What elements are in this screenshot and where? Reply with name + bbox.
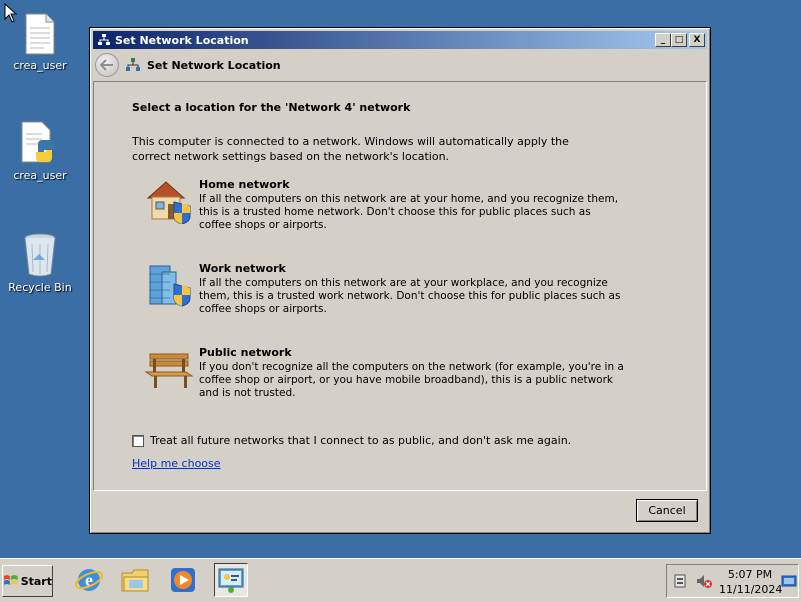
- public-network-icon: [144, 353, 194, 388]
- desktop-icon-label: Recycle Bin: [8, 281, 72, 294]
- treat-as-public-checkbox[interactable]: [132, 434, 144, 447]
- option-description: If all the computers on this network are…: [199, 193, 619, 231]
- option-description: If all the computers on this network are…: [199, 277, 621, 315]
- work-network-icon: [149, 265, 191, 307]
- start-label: Start: [20, 574, 52, 588]
- page-heading: Select a location for the 'Network 4' ne…: [132, 101, 411, 114]
- show-desktop-icon[interactable]: [781, 573, 797, 589]
- maximize-icon: □: [674, 34, 684, 45]
- intro-text: This computer is connected to a network.…: [132, 135, 569, 163]
- taskbar: Start e 5:07 PM 11/11/2024: [0, 558, 801, 602]
- window-title: Set Network Location: [115, 33, 249, 47]
- clock-time: 5:07 PM: [727, 568, 773, 581]
- back-button[interactable]: [95, 53, 119, 77]
- checkbox-label: Treat all future networks that I connect…: [150, 434, 572, 447]
- option-title: Home network: [199, 178, 290, 191]
- system-tray: 5:07 PM 11/11/2024: [666, 564, 799, 598]
- taskbar-windows-explorer[interactable]: [119, 563, 153, 597]
- desktop-icon-label: crea_user: [13, 59, 67, 72]
- clock[interactable]: 5:07 PM 11/11/2024: [719, 567, 783, 597]
- minimize-button[interactable]: _: [655, 33, 671, 47]
- cancel-button[interactable]: Cancel: [636, 499, 698, 522]
- nav-title: Set Network Location: [125, 57, 281, 73]
- home-network-icon: [146, 181, 191, 225]
- option-public-network[interactable]: Public network If you don't recognize al…: [144, 346, 624, 400]
- wizard-navbar: Set Network Location: [93, 51, 707, 79]
- desktop-icon-label: crea_user: [13, 169, 67, 182]
- windows-logo-icon: [3, 575, 18, 585]
- recycle-bin-icon: [24, 233, 56, 277]
- help-me-choose-link[interactable]: Help me choose: [132, 457, 221, 470]
- maximize-button[interactable]: □: [671, 33, 687, 47]
- option-description: If you don't recognize all the computers…: [199, 361, 624, 399]
- option-title: Public network: [199, 346, 292, 359]
- option-work-network[interactable]: Work network If all the computers on thi…: [144, 262, 624, 316]
- windows-explorer-icon: [121, 569, 149, 592]
- desktop-icon-crea-user-python[interactable]: crea_user: [2, 120, 78, 182]
- nav-title-text: Set Network Location: [147, 58, 281, 72]
- network-icon: [126, 58, 140, 71]
- close-icon: X: [693, 34, 701, 45]
- option-home-network[interactable]: Home network If all the computers on thi…: [144, 178, 624, 232]
- python-file-icon: [21, 121, 54, 163]
- back-arrow-icon: [100, 59, 113, 71]
- start-button[interactable]: Start: [2, 565, 53, 597]
- set-network-location-window: Set Network Location _ □ X Set Network L…: [89, 27, 711, 534]
- treat-as-public-row[interactable]: Treat all future networks that I connect…: [132, 434, 571, 447]
- minimize-icon: _: [660, 34, 666, 45]
- text-file-icon: [25, 13, 55, 55]
- taskbar-media-player[interactable]: [166, 563, 200, 597]
- network-icon: [98, 34, 110, 45]
- clock-date: 11/11/2024: [719, 583, 783, 596]
- wizard-content: Select a location for the 'Network 4' ne…: [93, 81, 707, 491]
- close-button[interactable]: X: [689, 33, 705, 47]
- internet-explorer-icon: e: [75, 569, 103, 591]
- taskbar-internet-explorer[interactable]: e: [72, 563, 106, 597]
- desktop-icon-recycle-bin[interactable]: Recycle Bin: [2, 232, 78, 294]
- media-player-icon: [171, 568, 195, 592]
- desktop-icon-crea-user-text[interactable]: crea_user: [2, 12, 78, 72]
- window-titlebar[interactable]: Set Network Location _ □ X: [93, 31, 707, 49]
- network-dialog-icon: [218, 568, 244, 593]
- option-title: Work network: [199, 262, 286, 275]
- volume-muted-icon[interactable]: [695, 573, 713, 589]
- taskbar-network-dialog[interactable]: [214, 563, 248, 597]
- action-center-icon[interactable]: [673, 573, 687, 589]
